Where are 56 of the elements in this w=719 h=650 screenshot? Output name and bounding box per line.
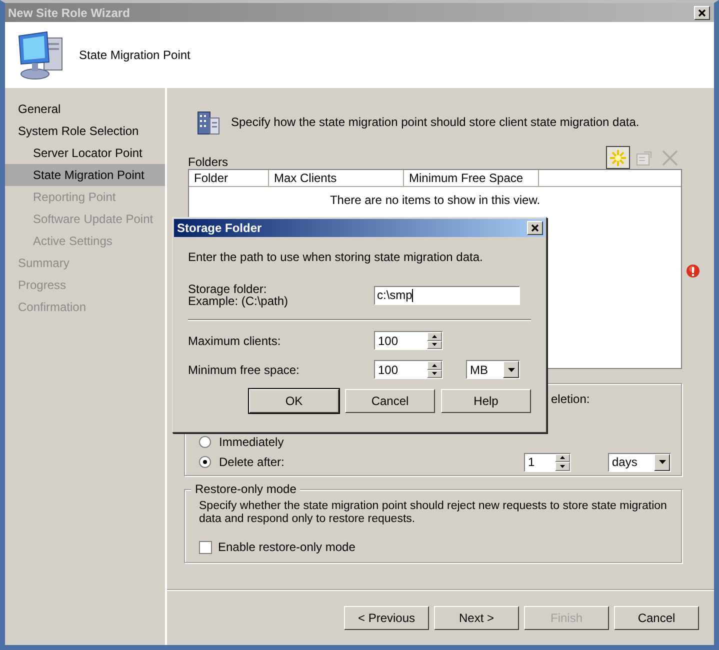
number-field[interactable]: 1 <box>524 452 571 472</box>
dropdown[interactable]: days <box>608 452 671 472</box>
radio-button[interactable] <box>199 456 211 468</box>
page-title: State Migration Point <box>79 48 190 62</box>
nav-item[interactable]: State Migration Point <box>5 164 165 186</box>
empty-list-message: There are no items to show in this view. <box>328 193 542 207</box>
number-field[interactable]: 100 <box>374 360 443 379</box>
column-header[interactable]: Max Clients <box>269 170 404 186</box>
error-icon <box>686 264 700 278</box>
delete-icon <box>661 148 679 166</box>
group-title: Restore-only mode <box>191 482 300 496</box>
column-header[interactable]: Minimum Free Space <box>404 170 539 186</box>
toolbar-button[interactable] <box>606 146 630 169</box>
close-icon <box>697 8 707 18</box>
wizard-button[interactable]: < Previous <box>344 606 429 630</box>
close-button[interactable] <box>527 221 543 235</box>
up-arrow-icon <box>432 334 437 338</box>
dialog-title: Storage Folder <box>177 221 262 235</box>
column-header[interactable]: Folder <box>189 170 269 186</box>
up-arrow-icon <box>432 364 437 367</box>
checkbox-label: Enable restore-only mode <box>218 540 356 554</box>
group-text: eletion: <box>551 392 590 408</box>
section-label: Folders <box>188 155 228 169</box>
dialog-button[interactable]: Help <box>441 389 531 413</box>
instruction-text: Enter the path to use when storing state migration data. <box>188 250 484 264</box>
dropdown[interactable]: MB <box>466 360 520 379</box>
sparkle-icon <box>609 148 627 166</box>
checkbox[interactable] <box>199 540 212 554</box>
dropdown-arrow-icon <box>508 368 514 372</box>
field-hint: Example: (C:\path) <box>188 295 290 307</box>
nav-item[interactable]: General <box>5 98 165 120</box>
dropdown-arrow-icon <box>658 460 666 464</box>
window-title: New Site Role Wizard <box>8 6 130 20</box>
radio-label: Delete after: <box>219 455 284 469</box>
text-field[interactable]: c:\smp <box>374 286 520 304</box>
wizard-button[interactable]: Cancel <box>614 606 699 630</box>
close-button[interactable] <box>694 6 710 20</box>
field-label: Maximum clients: <box>188 334 282 346</box>
down-arrow-icon <box>560 464 565 468</box>
dialog-button[interactable]: OK <box>249 389 339 413</box>
radio-label: Immediately <box>219 435 284 449</box>
up-arrow-icon <box>560 456 565 460</box>
nav-item[interactable]: Server Locator Point <box>5 142 165 164</box>
instruction-text: Specify how the state migration point should store client state migration data. <box>231 115 640 129</box>
radio-button[interactable] <box>199 436 211 448</box>
document-icon <box>635 148 653 166</box>
field-label: Storage folder: <box>188 283 268 295</box>
description-text: Specify whether the state migration point should reject new requests to store state migration data and respond only to restore requests. <box>199 500 668 526</box>
down-arrow-icon <box>432 343 437 346</box>
close-icon <box>530 223 540 233</box>
wizard-button[interactable]: Next > <box>434 606 519 630</box>
dialog-button[interactable]: Cancel <box>345 389 435 413</box>
number-field[interactable]: 100 <box>374 331 443 350</box>
down-arrow-icon <box>432 372 437 376</box>
field-label: Minimum free space: <box>188 364 300 376</box>
nav-item[interactable]: System Role Selection <box>5 120 165 142</box>
